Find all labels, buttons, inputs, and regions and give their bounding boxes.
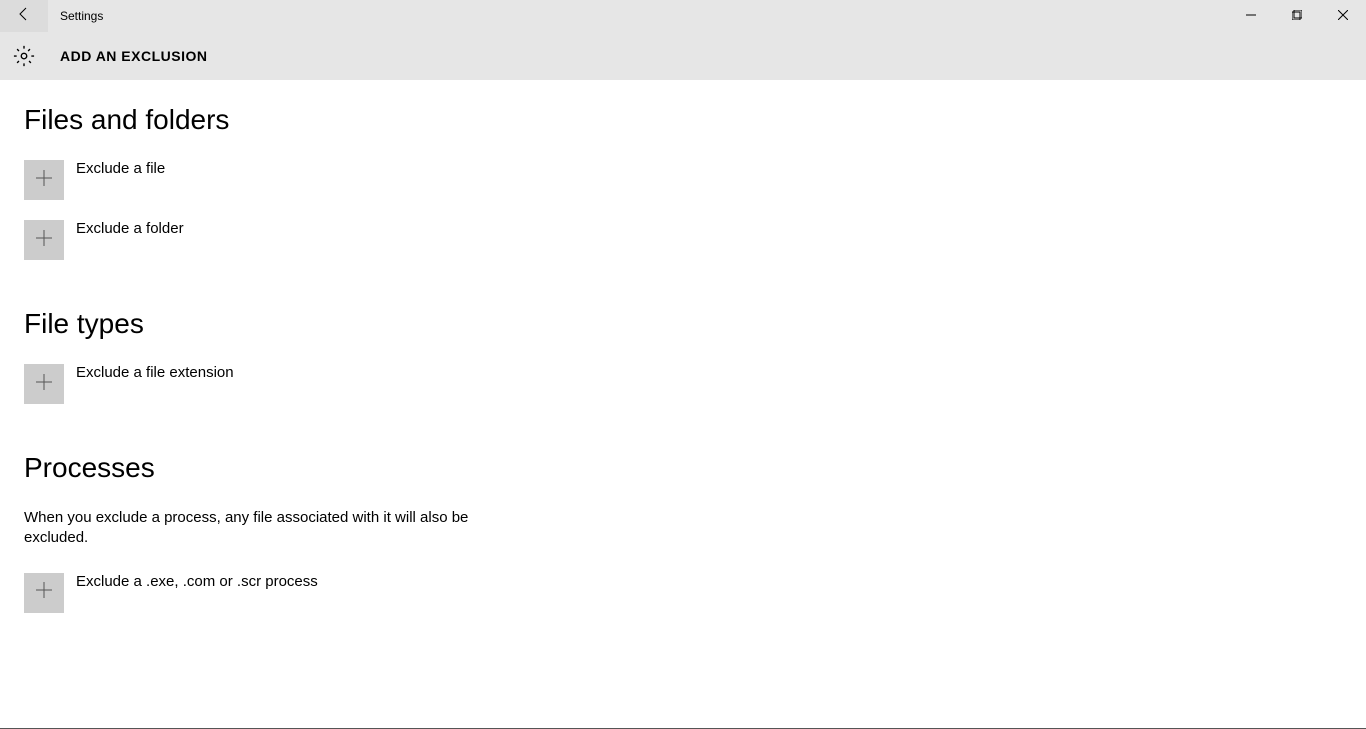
exclude-extension-row[interactable]: Exclude a file extension bbox=[24, 364, 1342, 404]
files-folders-section: Files and folders Exclude a file Exclude… bbox=[24, 104, 1342, 260]
settings-gear-icon bbox=[12, 44, 36, 68]
maximize-button[interactable] bbox=[1274, 0, 1320, 32]
titlebar: Settings bbox=[0, 0, 1366, 32]
processes-section: Processes When you exclude a process, an… bbox=[24, 452, 1342, 613]
close-icon bbox=[1338, 7, 1348, 25]
close-button[interactable] bbox=[1320, 0, 1366, 32]
processes-description: When you exclude a process, any file ass… bbox=[24, 508, 474, 549]
file-types-section: File types Exclude a file extension bbox=[24, 308, 1342, 404]
maximize-icon bbox=[1292, 7, 1302, 25]
exclude-folder-row[interactable]: Exclude a folder bbox=[24, 220, 1342, 260]
exclude-extension-label: Exclude a file extension bbox=[76, 364, 234, 381]
plus-icon bbox=[35, 229, 53, 252]
plus-icon bbox=[35, 169, 53, 192]
file-types-heading: File types bbox=[24, 308, 1342, 340]
exclude-folder-button[interactable] bbox=[24, 220, 64, 260]
processes-heading: Processes bbox=[24, 452, 1342, 484]
exclude-folder-label: Exclude a folder bbox=[76, 220, 184, 237]
app-title: Settings bbox=[60, 9, 103, 23]
exclude-file-row[interactable]: Exclude a file bbox=[24, 160, 1342, 200]
plus-icon bbox=[35, 581, 53, 604]
minimize-icon bbox=[1246, 7, 1256, 25]
exclude-file-button[interactable] bbox=[24, 160, 64, 200]
content-area: Files and folders Exclude a file Exclude… bbox=[0, 80, 1366, 613]
files-folders-heading: Files and folders bbox=[24, 104, 1342, 136]
page-header: ADD AN EXCLUSION bbox=[0, 32, 1366, 80]
back-button[interactable] bbox=[0, 0, 48, 32]
window-caption-buttons bbox=[1228, 0, 1366, 32]
exclude-process-row[interactable]: Exclude a .exe, .com or .scr process bbox=[24, 573, 1342, 613]
exclude-extension-button[interactable] bbox=[24, 364, 64, 404]
page-title: ADD AN EXCLUSION bbox=[60, 48, 208, 64]
plus-icon bbox=[35, 373, 53, 396]
exclude-file-label: Exclude a file bbox=[76, 160, 165, 177]
exclude-process-button[interactable] bbox=[24, 573, 64, 613]
minimize-button[interactable] bbox=[1228, 0, 1274, 32]
back-arrow-icon bbox=[16, 6, 32, 27]
exclude-process-label: Exclude a .exe, .com or .scr process bbox=[76, 573, 318, 590]
